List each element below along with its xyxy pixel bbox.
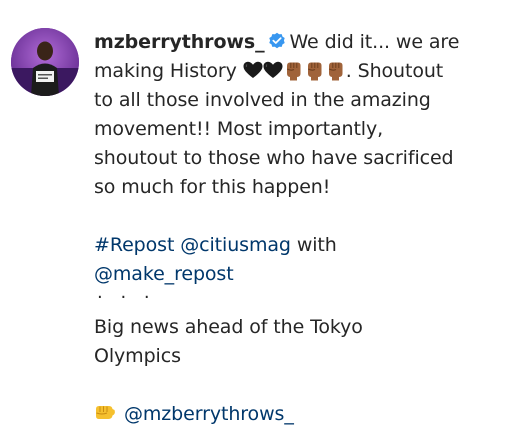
separator-dots: · · ·	[97, 287, 150, 308]
verified-badge-icon	[268, 32, 286, 50]
news-line2: Olympics	[94, 345, 181, 367]
profile-avatar[interactable]	[11, 28, 79, 96]
username-link[interactable]: mzberrythrows_	[94, 31, 265, 53]
caption-line2: making History	[94, 60, 237, 82]
mention-self-link[interactable]: @mzberrythrows_	[124, 403, 294, 425]
with-text: with	[296, 234, 337, 256]
black-heart-icon	[243, 61, 263, 79]
raised-fist-icon	[283, 60, 304, 81]
black-heart-icon	[263, 61, 283, 79]
raised-fist-icon	[304, 60, 325, 81]
caption-line2-tail: . Shoutout	[345, 60, 444, 82]
news-line1: Big news ahead of the Tokyo	[94, 316, 363, 338]
caption-text: mzberrythrows_ We did it... we are making…	[94, 28, 506, 429]
mention-citiusmag-link[interactable]: @citiusmag	[180, 234, 291, 256]
caption-line3: to all those involved in the amazing	[94, 89, 431, 111]
oncoming-fist-icon	[94, 403, 116, 423]
mention-make-repost-link[interactable]: @make_repost	[94, 263, 234, 285]
avatar-image	[11, 28, 79, 96]
caption-line1: We did it... we are	[289, 31, 460, 53]
caption-line4: movement!! Most importantly,	[94, 118, 384, 140]
post-caption: mzberrythrows_ We did it... we are making…	[0, 0, 516, 435]
raised-fist-icon	[325, 60, 346, 81]
caption-line6: so much for this happen!	[94, 176, 331, 198]
hashtag-repost-link[interactable]: #Repost	[94, 234, 174, 256]
caption-line5: shoutout to those who have sacrificed	[94, 147, 454, 169]
